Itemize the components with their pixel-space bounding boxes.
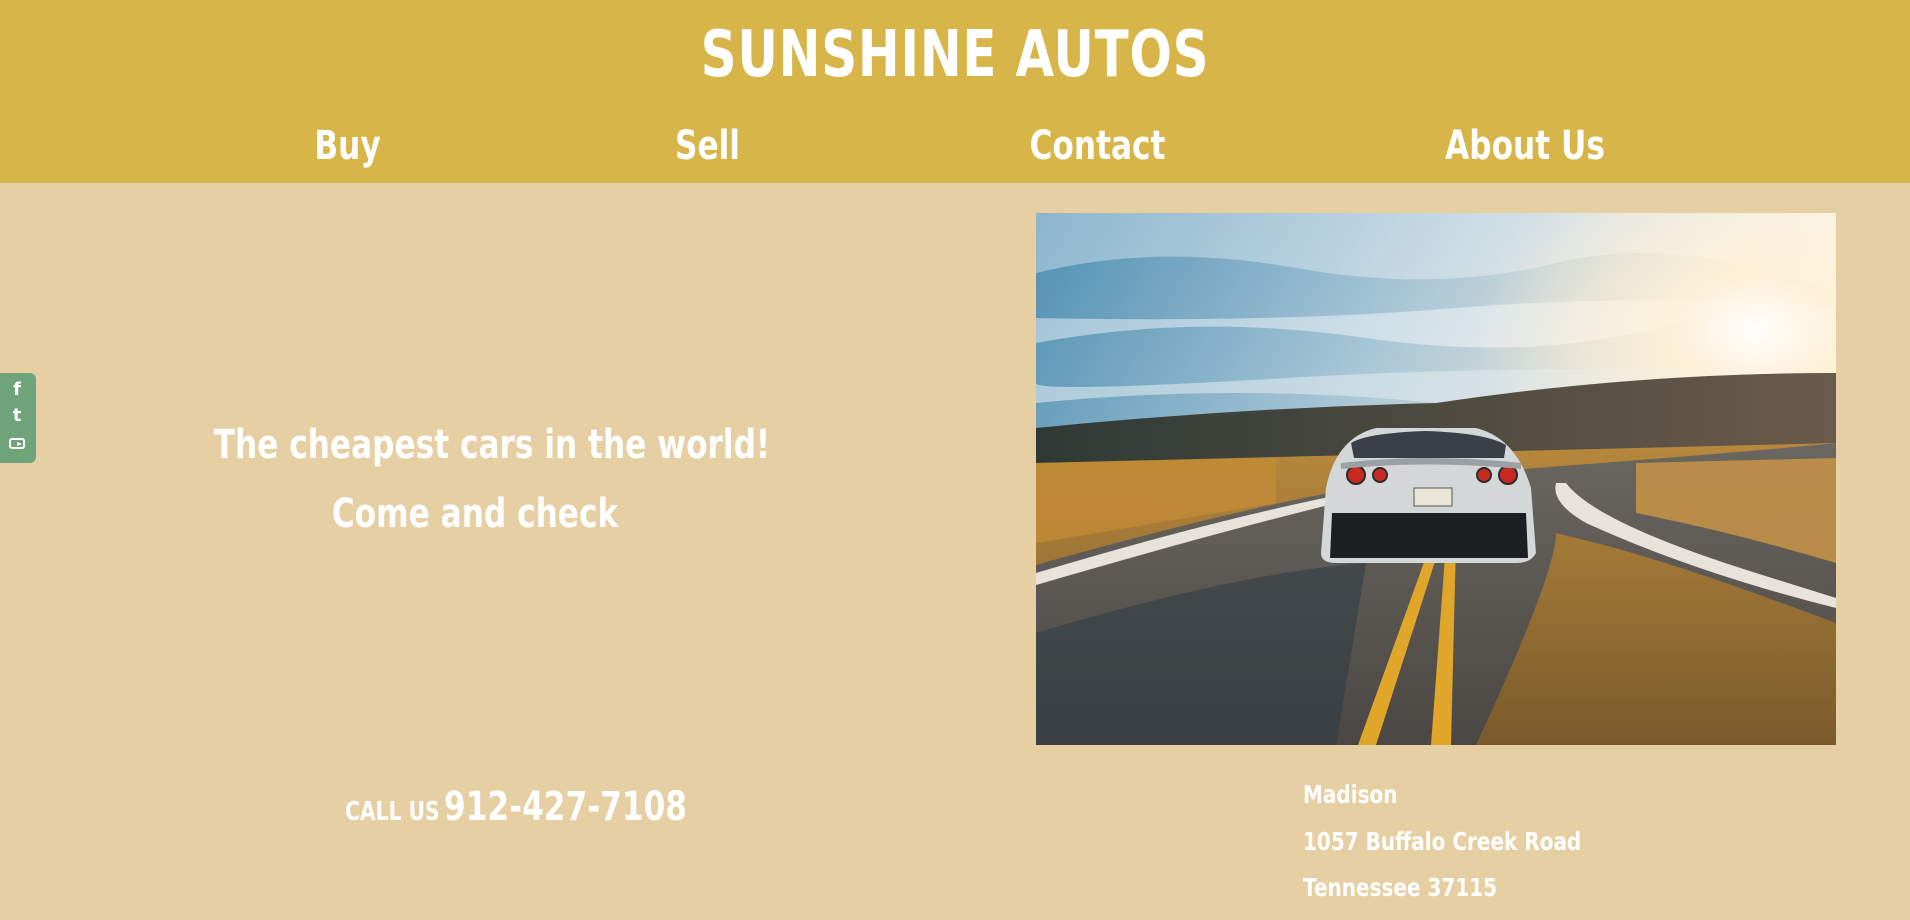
address-state-zip: Tennessee 37115: [1303, 873, 1498, 902]
youtube-icon[interactable]: [7, 433, 27, 455]
tagline-line-1: The cheapest cars in the world!: [213, 422, 771, 468]
site-title: SUNSHINE AUTOS: [700, 18, 1210, 92]
nav-sell-link[interactable]: Sell: [655, 118, 760, 174]
call-us-block: CALL US 912-427-7108: [345, 782, 687, 840]
social-bar: f t: [0, 373, 36, 463]
site-header: SUNSHINE AUTOS Buy Sell Contact About Us: [0, 0, 1910, 183]
nav-buy-link[interactable]: Buy: [295, 118, 400, 174]
phone-number[interactable]: 912-427-7108: [444, 784, 687, 830]
nav-contact-link[interactable]: Contact: [1021, 118, 1173, 174]
tumblr-icon[interactable]: t: [7, 405, 27, 427]
facebook-icon[interactable]: f: [7, 379, 27, 401]
nav-about-us-link[interactable]: About Us: [1443, 118, 1607, 174]
hero-car-image: [1036, 213, 1836, 745]
tagline-line-2: Come and check: [331, 491, 619, 537]
address-city: Madison: [1303, 780, 1398, 809]
address-street: 1057 Buffalo Creek Road: [1303, 827, 1582, 856]
call-us-label: CALL US: [345, 797, 440, 827]
